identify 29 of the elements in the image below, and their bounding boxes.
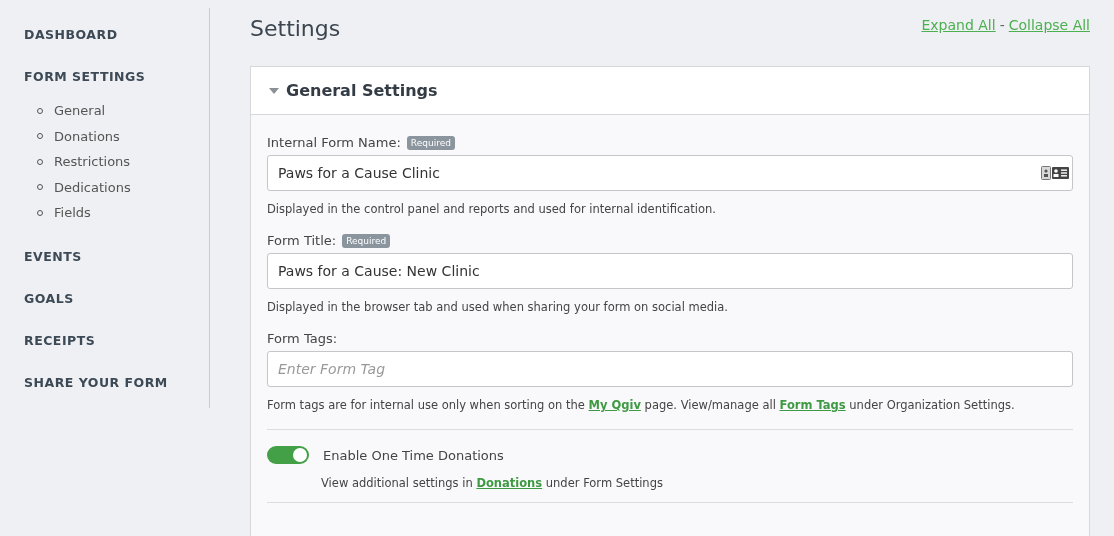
- contact-card-icon[interactable]: [1041, 166, 1069, 180]
- help-text: Form tags are for internal use only when sorting on the My Qgiv page. View/manage all Form Tags under Organization Settings.: [267, 397, 1016, 414]
- sidebar-item[interactable]: Restrictions: [54, 154, 131, 170]
- sidebar-item[interactable]: Donations: [54, 128, 120, 144]
- field-label: Form Title:: [267, 233, 337, 248]
- input-field[interactable]: Paws for a Cause Clinic: [267, 155, 1073, 191]
- input-field[interactable]: Paws for a Cause: New Clinic: [267, 253, 1073, 289]
- panel-title: General Settings: [286, 81, 438, 100]
- field-label: Form Tags:: [267, 331, 338, 346]
- sidebar-section-link[interactable]: DASHBOARD: [24, 28, 118, 42]
- page-title: Settings: [250, 16, 341, 41]
- sidebar-section-link[interactable]: EVENTS: [24, 249, 82, 264]
- separator-text: -: [999, 17, 1005, 33]
- help-text: Displayed in the control panel and reports and used for internal identification.: [267, 201, 717, 218]
- sidebar-section-link[interactable]: SHARE YOUR FORM: [24, 375, 168, 390]
- toggle-label: Enable One Time Donations: [323, 447, 504, 463]
- sidebar-item[interactable]: General: [54, 103, 106, 119]
- required-badge: Required: [406, 135, 455, 150]
- toggle-switch[interactable]: [267, 446, 309, 464]
- sidebar-section-link[interactable]: GOALS: [24, 291, 74, 306]
- sidebar-item[interactable]: Dedications: [54, 179, 131, 195]
- sidebar-section-link[interactable]: RECEIPTS: [24, 333, 96, 348]
- sidebar-item[interactable]: Fields: [54, 205, 91, 221]
- field-label: Internal Form Name:: [267, 135, 401, 150]
- input-field[interactable]: Enter Form Tag: [267, 351, 1073, 387]
- required-badge: Required: [342, 233, 391, 248]
- help-text: Displayed in the browser tab and used when sharing your form on social media.: [267, 299, 729, 316]
- sidebar-section-link[interactable]: FORM SETTINGS: [24, 70, 146, 84]
- help-text: View additional settings in Donations under Form Settings: [321, 476, 664, 490]
